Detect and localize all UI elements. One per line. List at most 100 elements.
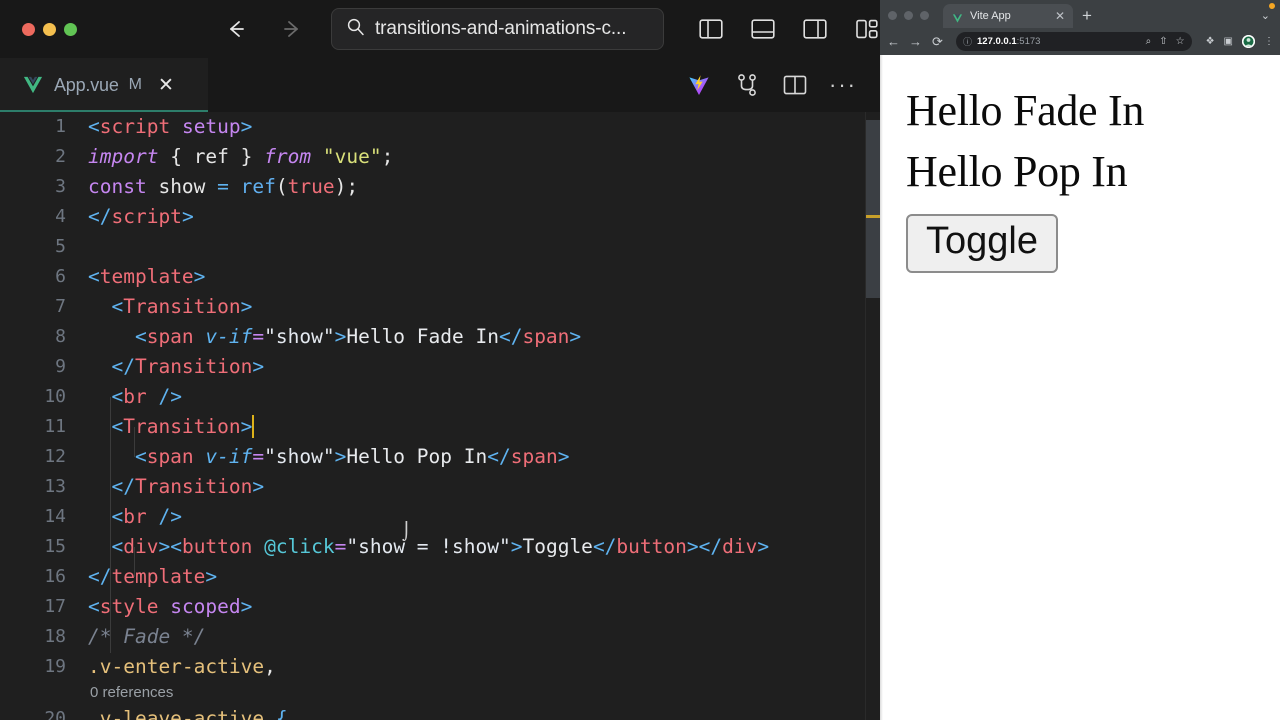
code-token: div — [123, 535, 159, 558]
code-line[interactable]: 13 </Transition> — [0, 472, 880, 502]
command-center-search[interactable]: transitions-and-animations-c... — [331, 8, 664, 50]
git-fork-icon[interactable] — [734, 72, 760, 98]
code-token: "show" — [264, 445, 335, 468]
browser-toolbar: ← → ⟳ ⓘ 127.0.0.1:5173 ⌕ ⇧ ☆ ❖ ▣ ⋮ — [880, 28, 1280, 55]
layout-panel-icon[interactable] — [750, 16, 776, 42]
code-token: br — [123, 385, 147, 408]
code-token: < — [88, 505, 124, 528]
code-line[interactable]: 12 <span v-if="show">Hello Pop In</span> — [0, 442, 880, 472]
code-token: const — [88, 175, 147, 198]
code-token: div — [722, 535, 758, 558]
extensions-puzzle-icon[interactable]: ❖ — [1206, 36, 1215, 47]
code-line[interactable]: 4 </script> — [0, 202, 880, 232]
arrow-right-icon[interactable] — [277, 14, 307, 44]
code-line[interactable]: 19 .v-enter-active, — [0, 652, 880, 682]
close-icon[interactable]: ✕ — [158, 76, 174, 95]
toggle-button[interactable]: Toggle — [906, 214, 1058, 274]
code-token: </ — [88, 355, 135, 378]
search-icon — [346, 17, 365, 41]
code-line[interactable]: 9 </Transition> — [0, 352, 880, 382]
profile-avatar[interactable] — [1242, 35, 1255, 48]
code-token: /> — [158, 385, 182, 408]
editor-tab-app-vue[interactable]: App.vue M ✕ — [0, 58, 208, 112]
ellipsis-icon[interactable]: ··· — [829, 72, 856, 98]
line-number: 17 — [44, 596, 66, 617]
code-line[interactable]: 10 <br /> — [0, 382, 880, 412]
browser-tab-close-icon[interactable]: ✕ — [1055, 10, 1065, 22]
code-token: } — [228, 145, 265, 168]
code-text: /* Fade */ — [88, 622, 880, 652]
side-panel-icon[interactable]: ▣ — [1224, 36, 1233, 47]
browser-traffic-lights[interactable] — [888, 11, 929, 28]
command-center-text: transitions-and-animations-c... — [375, 18, 627, 39]
line-number: 5 — [55, 236, 66, 257]
code-token: ( — [275, 175, 288, 198]
omnibox[interactable]: ⓘ 127.0.0.1:5173 ⌕ ⇧ ☆ — [956, 32, 1192, 51]
code-line[interactable]: 16 </template> — [0, 562, 880, 592]
layout-sidebar-right-icon[interactable] — [802, 16, 828, 42]
browser-forward-button[interactable]: → — [908, 34, 923, 49]
line-number: 16 — [44, 566, 66, 587]
code-token: style — [99, 595, 159, 618]
codelens-references[interactable]: 0 references — [88, 682, 173, 704]
window-traffic-lights[interactable] — [22, 22, 77, 36]
share-icon[interactable]: ⇧ — [1159, 36, 1167, 47]
chrome-menu-icon[interactable]: ⋮ — [1264, 36, 1274, 47]
layout-customize-icon[interactable] — [854, 16, 880, 42]
info-circle-icon[interactable]: ⓘ — [963, 35, 972, 48]
window-maximize-button[interactable] — [64, 22, 77, 36]
editor-scrollbar-thumb[interactable] — [866, 120, 880, 298]
code-token: span — [522, 325, 570, 348]
browser-maximize-button[interactable] — [920, 11, 929, 20]
code-editor[interactable]: 1 <script setup> 2 import { ref } from "vue… — [0, 112, 880, 720]
browser-close-button[interactable] — [888, 11, 897, 20]
browser-back-button[interactable]: ← — [886, 34, 901, 49]
bookmark-star-icon[interactable]: ☆ — [1176, 36, 1185, 47]
code-line[interactable]: 1 <script setup> — [0, 112, 880, 142]
code-line[interactable]: 14 <br /> — [0, 502, 880, 532]
browser-reload-button[interactable]: ⟳ — [930, 34, 945, 50]
code-line[interactable]: 5 — [0, 232, 880, 262]
vite-logo-icon[interactable] — [686, 72, 712, 98]
code-line[interactable]: 17 <style scoped> — [0, 592, 880, 622]
code-line[interactable]: 7 <Transition> — [0, 292, 880, 322]
code-token: = — [252, 445, 265, 468]
code-line[interactable]: 18 /* Fade */ — [0, 622, 880, 652]
code-line[interactable]: 15 <div><button @click="show = !show">To… — [0, 532, 880, 562]
code-line[interactable]: 2 import { ref } from "vue"; — [0, 142, 880, 172]
code-token: > — [334, 445, 347, 468]
code-text: <div><button @click="show = !show">Toggl… — [88, 532, 880, 562]
omnibox-host: 127.0.0.1 — [977, 36, 1017, 47]
line-number: 2 — [55, 146, 66, 167]
code-line[interactable]: 6 <template> — [0, 262, 880, 292]
split-editor-icon[interactable] — [782, 72, 808, 98]
line-number: 3 — [55, 176, 66, 197]
page-left-shadow — [880, 55, 883, 720]
editor-scrollbar[interactable] — [866, 112, 880, 720]
code-text: <style scoped> — [88, 592, 880, 622]
window-minimize-button[interactable] — [43, 22, 56, 36]
vscode-title-bar: transitions-and-animations-c... — [0, 0, 880, 58]
new-tab-button[interactable]: + — [1082, 7, 1092, 28]
text-caret — [252, 415, 255, 438]
layout-sidebar-left-icon[interactable] — [698, 16, 724, 42]
zoom-icon[interactable]: ⌕ — [1146, 36, 1152, 47]
chevron-down-icon[interactable]: ⌄ — [1261, 9, 1280, 28]
code-token: < — [88, 295, 124, 318]
code-token: < — [88, 595, 100, 618]
code-line[interactable]: 8 <span v-if="show">Hello Fade In</span> — [0, 322, 880, 352]
browser-minimize-button[interactable] — [904, 11, 913, 20]
line-number: 18 — [44, 626, 66, 647]
arrow-left-icon[interactable] — [221, 14, 251, 44]
code-line[interactable]: 20 .v-leave-active { — [0, 704, 880, 720]
code-text: .v-leave-active { — [88, 704, 880, 720]
code-token: from — [264, 145, 312, 168]
code-line[interactable]: 3 const show = ref(true); — [0, 172, 880, 202]
line-number: 15 — [44, 536, 66, 557]
code-line[interactable]: 11 <Transition> — [0, 412, 880, 442]
code-token: = — [217, 175, 229, 198]
editor-tab-filename: App.vue — [54, 74, 119, 95]
window-close-button[interactable] — [22, 22, 35, 36]
browser-tab-vite-app[interactable]: Vite App ✕ — [943, 4, 1073, 28]
